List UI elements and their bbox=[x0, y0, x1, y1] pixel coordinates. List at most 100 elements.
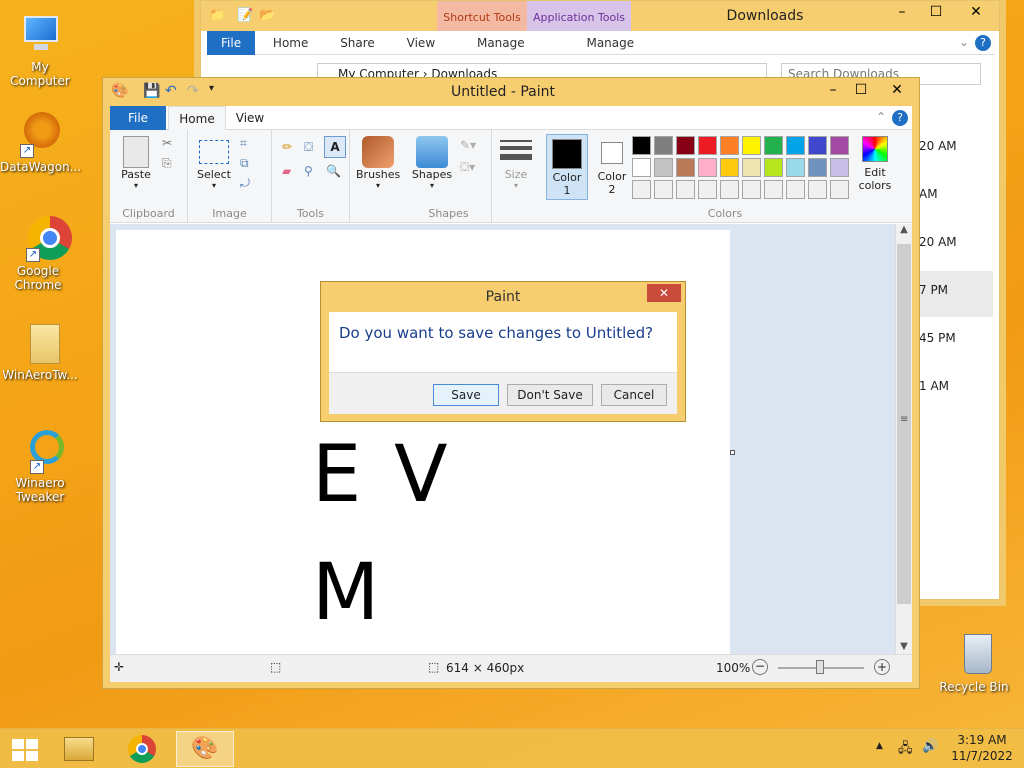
color-swatch[interactable] bbox=[654, 180, 673, 199]
canvas-resize-handle[interactable] bbox=[730, 450, 735, 455]
maximize-button[interactable]: ☐ bbox=[847, 80, 875, 100]
color-swatch[interactable] bbox=[720, 158, 739, 177]
color-swatch[interactable] bbox=[786, 180, 805, 199]
properties-icon[interactable]: 📝 bbox=[237, 8, 253, 23]
minimize-button[interactable]: – bbox=[885, 1, 919, 23]
explorer-tab-home[interactable]: Home bbox=[259, 31, 322, 55]
color-swatch[interactable] bbox=[786, 136, 805, 155]
zoom-slider-thumb[interactable] bbox=[816, 660, 824, 674]
explorer-tab-manage-shortcut[interactable]: Manage bbox=[463, 31, 539, 55]
help-icon[interactable]: ? bbox=[892, 110, 908, 126]
customize-toolbar-icon[interactable]: ▾ bbox=[209, 83, 214, 94]
close-button[interactable]: ✕ bbox=[953, 1, 999, 23]
explorer-tab-manage-application[interactable]: Manage bbox=[572, 31, 648, 55]
color-palette[interactable] bbox=[632, 136, 852, 202]
cancel-button[interactable]: Cancel bbox=[601, 384, 667, 406]
taskbar-chrome[interactable] bbox=[114, 731, 172, 767]
zoom-in-button[interactable]: + bbox=[874, 659, 890, 675]
save-icon[interactable]: 💾 bbox=[143, 83, 160, 99]
dont-save-button[interactable]: Don't Save bbox=[507, 384, 593, 406]
desktop-icon-google-chrome[interactable]: ↗ Google Chrome bbox=[0, 214, 78, 292]
desktop-icon-datawagon[interactable]: ↗ DataWagon... bbox=[0, 110, 81, 174]
text-tool-icon[interactable]: A bbox=[324, 136, 346, 158]
color-swatch[interactable] bbox=[764, 136, 783, 155]
color-swatch[interactable] bbox=[830, 158, 849, 177]
color-swatch[interactable] bbox=[720, 180, 739, 199]
color-swatch[interactable] bbox=[830, 180, 849, 199]
shortcut-tools-tab[interactable]: Shortcut Tools bbox=[437, 1, 527, 31]
help-icon[interactable]: ? bbox=[975, 35, 991, 51]
explorer-tab-view[interactable]: View bbox=[393, 31, 449, 55]
save-button[interactable]: Save bbox=[433, 384, 499, 406]
dialog-close-button[interactable]: ✕ bbox=[647, 284, 681, 302]
explorer-tab-share[interactable]: Share bbox=[326, 31, 389, 55]
undo-icon[interactable]: ↶ bbox=[165, 83, 177, 99]
paint-tab-home[interactable]: Home bbox=[168, 106, 226, 131]
show-hidden-icons-icon[interactable]: ▲ bbox=[876, 741, 883, 751]
desktop-icon-recycle-bin[interactable]: Recycle Bin bbox=[934, 630, 1014, 694]
size-button[interactable]: Size ▾ bbox=[496, 138, 536, 190]
paint-tab-view[interactable]: View bbox=[230, 106, 270, 130]
color-swatch[interactable] bbox=[654, 136, 673, 155]
taskbar-paint[interactable]: 🎨 bbox=[176, 731, 234, 767]
new-folder-icon[interactable]: 📂 bbox=[259, 8, 275, 23]
color-swatch[interactable] bbox=[808, 158, 827, 177]
color-swatch[interactable] bbox=[742, 180, 761, 199]
brushes-button[interactable]: Brushes ▾ bbox=[356, 136, 400, 190]
color-swatch[interactable] bbox=[676, 158, 695, 177]
close-button[interactable]: ✕ bbox=[875, 80, 919, 100]
rotate-icon[interactable]: ⤾ bbox=[240, 176, 250, 191]
vertical-scrollbar[interactable]: ▲ ≡ ▼ bbox=[895, 224, 912, 654]
color-swatch[interactable] bbox=[632, 136, 651, 155]
network-icon[interactable]: 🖧 bbox=[898, 739, 913, 761]
color-swatch[interactable] bbox=[698, 158, 717, 177]
color-swatch[interactable] bbox=[742, 136, 761, 155]
desktop-icon-winaerotweaker-folder[interactable]: WinAeroTw... bbox=[0, 318, 80, 382]
color-swatch[interactable] bbox=[742, 158, 761, 177]
eraser-icon[interactable]: ▰ bbox=[282, 164, 291, 178]
volume-icon[interactable]: 🔊 bbox=[922, 739, 938, 754]
pencil-icon[interactable]: ✏ bbox=[282, 140, 292, 154]
color-swatch[interactable] bbox=[654, 158, 673, 177]
application-tools-tab[interactable]: Application Tools bbox=[527, 1, 631, 31]
color-swatch[interactable] bbox=[720, 136, 739, 155]
color-swatch[interactable] bbox=[808, 180, 827, 199]
taskbar-file-explorer[interactable] bbox=[50, 731, 108, 767]
color-swatch[interactable] bbox=[698, 136, 717, 155]
color-swatch[interactable] bbox=[698, 180, 717, 199]
minimize-button[interactable]: – bbox=[819, 80, 847, 100]
paint-tab-file[interactable]: File bbox=[110, 106, 166, 130]
color-swatch[interactable] bbox=[676, 180, 695, 199]
dialog-titlebar[interactable]: Paint ✕ bbox=[321, 282, 685, 310]
resize-icon[interactable]: ⧉ bbox=[240, 156, 249, 171]
color-swatch[interactable] bbox=[786, 158, 805, 177]
color-swatch[interactable] bbox=[764, 180, 783, 199]
outline-icon[interactable]: ✎▾ bbox=[460, 138, 476, 152]
edit-colors-button[interactable]: Edit colors bbox=[852, 134, 898, 192]
color-picker-icon[interactable]: ⚲ bbox=[304, 164, 313, 178]
fill-shape-icon[interactable]: ⛋▾ bbox=[460, 160, 475, 175]
color-swatch[interactable] bbox=[808, 136, 827, 155]
color-swatch[interactable] bbox=[632, 158, 651, 177]
magnifier-icon[interactable]: 🔍 bbox=[326, 164, 341, 178]
color-swatch[interactable] bbox=[830, 136, 849, 155]
maximize-button[interactable]: ☐ bbox=[919, 1, 953, 23]
shapes-button[interactable]: Shapes ▾ bbox=[410, 136, 454, 190]
color-swatch[interactable] bbox=[764, 158, 783, 177]
desktop-icon-winaero-tweaker[interactable]: ↗ Winaero Tweaker bbox=[0, 426, 80, 504]
color2-button[interactable]: Color 2 bbox=[592, 134, 632, 200]
zoom-out-button[interactable]: − bbox=[752, 659, 768, 675]
cut-icon[interactable]: ✂ bbox=[162, 136, 172, 150]
chevron-up-icon[interactable]: ⌃ bbox=[876, 110, 886, 124]
color1-button[interactable]: Color 1 bbox=[546, 134, 588, 200]
explorer-titlebar[interactable]: 📁 📝 📂 Shortcut Tools Application Tools D… bbox=[201, 1, 999, 31]
crop-icon[interactable]: ⌗ bbox=[240, 136, 247, 151]
fill-icon[interactable]: ⛋ bbox=[304, 140, 313, 155]
color-swatch[interactable] bbox=[632, 180, 651, 199]
redo-icon[interactable]: ↷ bbox=[187, 83, 199, 99]
clock[interactable]: 3:19 AM 11/7/2022 bbox=[948, 732, 1016, 764]
save-changes-dialog[interactable]: Paint ✕ Do you want to save changes to U… bbox=[320, 281, 686, 422]
paint-titlebar[interactable]: 🎨 💾 ↶ ↷ ▾ Untitled - Paint – ☐ ✕ bbox=[103, 78, 919, 106]
paste-button[interactable]: Paste ▾ bbox=[116, 136, 156, 190]
desktop-icon-my-computer[interactable]: My Computer bbox=[0, 10, 80, 88]
